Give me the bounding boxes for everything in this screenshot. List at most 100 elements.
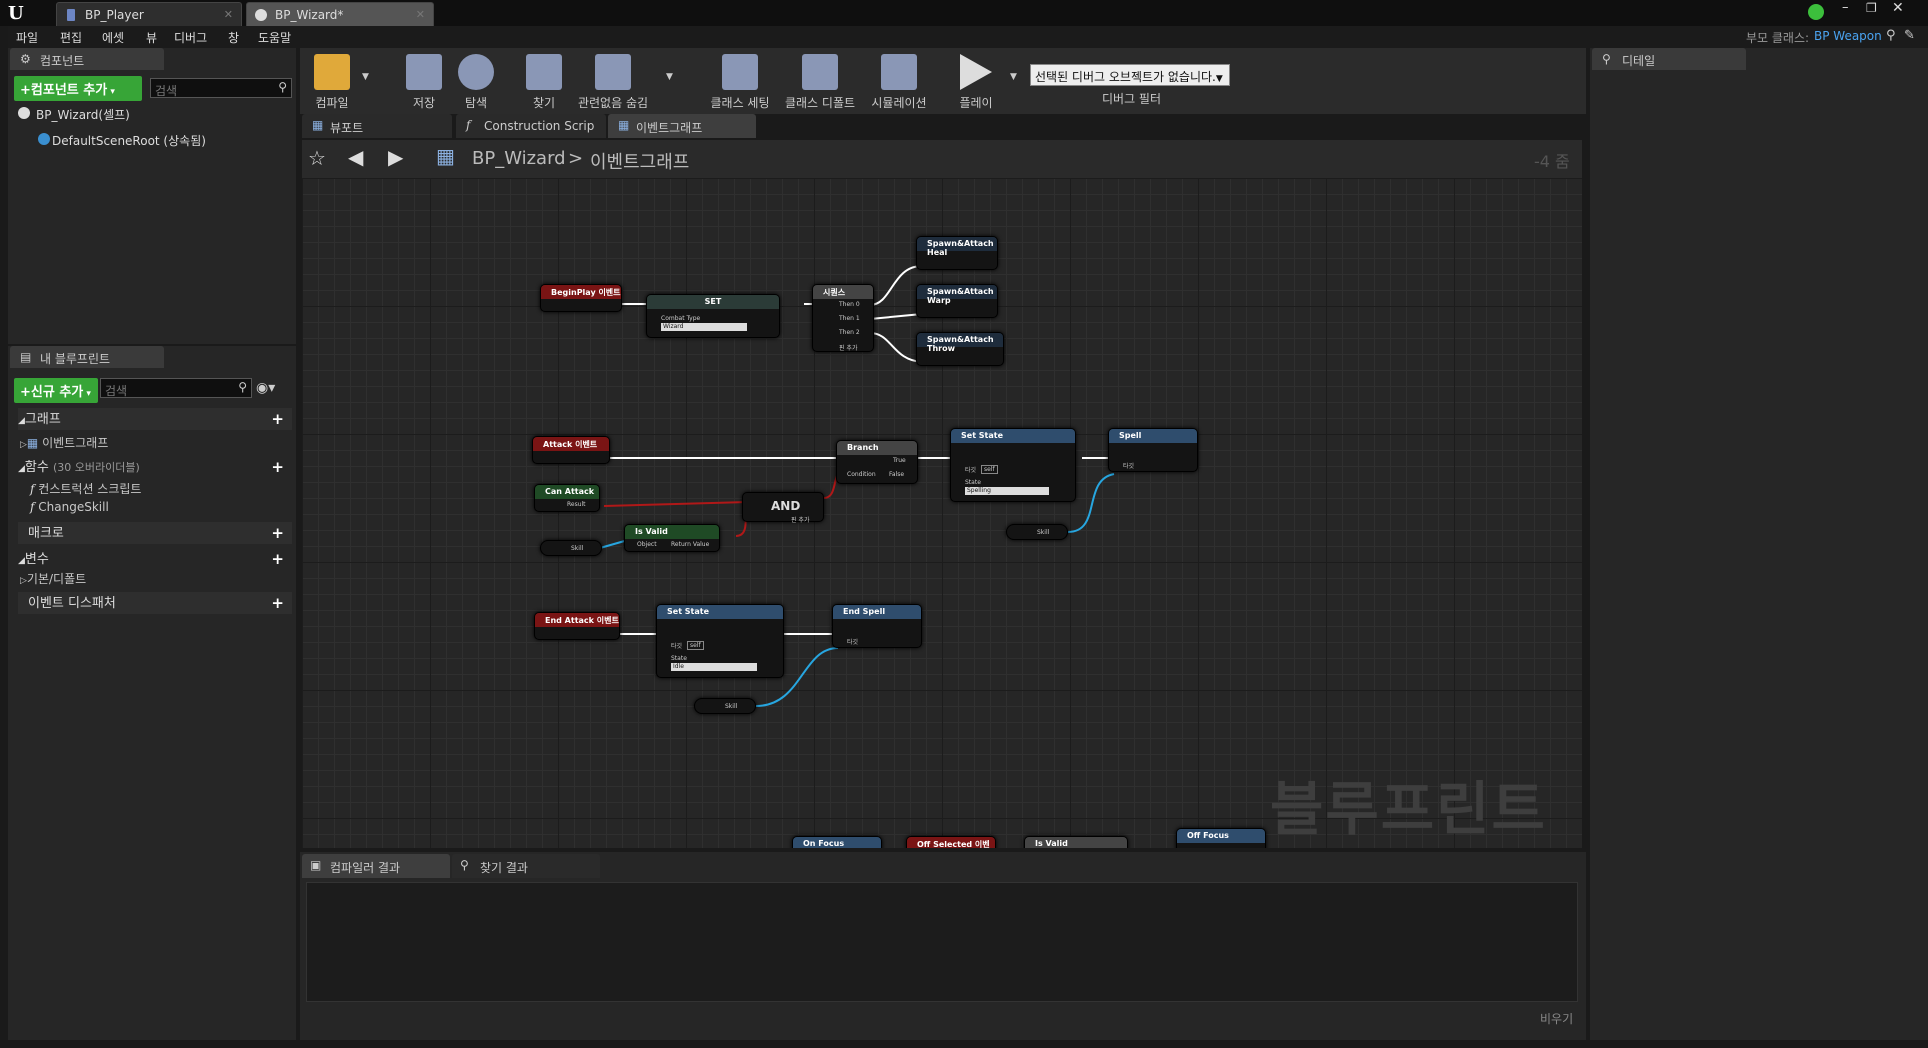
node-skill-variable-2[interactable]: Skill — [1006, 524, 1068, 540]
close-icon[interactable]: ✕ — [416, 8, 425, 21]
tree-item-default-scene-root[interactable]: DefaultSceneRoot (상속됨) — [34, 130, 284, 148]
node-skill-variable[interactable]: Skill — [540, 540, 602, 556]
add-graph-plus-icon[interactable]: + — [271, 410, 284, 428]
node-end-attack-event[interactable]: End Attack 이벤트 — [534, 612, 620, 640]
source-control-icon[interactable] — [1808, 4, 1824, 20]
section-event-dispatchers[interactable]: 이벤트 디스패처 + — [18, 592, 292, 614]
debug-object-select[interactable]: 선택된 디버그 오브젝트가 없습니다.▼ — [1030, 64, 1230, 86]
node-spawn-attach-heal[interactable]: Spawn&Attach Heal — [916, 236, 998, 270]
maximize-icon[interactable]: ❐ — [1866, 1, 1877, 15]
components-search-input[interactable]: 검색 ⚲ — [150, 78, 292, 98]
node-is-valid-2[interactable]: Is Valid — [1024, 836, 1128, 848]
tab-bp-player[interactable]: BP_Player ✕ — [56, 2, 242, 26]
node-end-spell[interactable]: End Spell 타깃 — [832, 604, 922, 648]
menu-edit[interactable]: 편집 — [60, 29, 82, 46]
node-is-valid[interactable]: Is Valid Object Return Value — [624, 524, 720, 552]
tab-event-graph[interactable]: ▦ 이벤트그래프 — [608, 114, 756, 138]
add-macro-plus-icon[interactable]: + — [271, 524, 284, 542]
browse-button[interactable]: 탐색 — [444, 48, 508, 114]
close-window-icon[interactable]: ✕ — [1892, 0, 1904, 16]
function-item-change-skill[interactable]: f ChangeSkill — [30, 500, 109, 518]
add-new-button[interactable]: +신규 추가 ▾ — [14, 378, 98, 403]
compile-options-chevron-icon[interactable]: ▼ — [362, 72, 369, 82]
menu-debug[interactable]: 디버그 — [174, 29, 207, 46]
node-spell[interactable]: Spell 타깃 — [1108, 428, 1198, 472]
chevron-down-icon: ▾ — [83, 389, 91, 399]
node-set-state-idle[interactable]: Set State 타깃 self State Idle — [656, 604, 784, 678]
node-sequence[interactable]: 시퀀스 Then 0 Then 1 Then 2 핀 추가 — [812, 284, 874, 352]
node-can-attack[interactable]: Can Attack Result — [534, 484, 600, 512]
find-button[interactable]: 찾기 — [512, 48, 576, 114]
back-arrow-icon[interactable]: ◀ — [348, 145, 363, 169]
menu-view[interactable]: 뷰 — [146, 29, 157, 46]
view-options-icon[interactable]: ◉▾ — [256, 380, 275, 396]
minimize-icon[interactable]: – — [1842, 0, 1849, 15]
graph-item-event-graph[interactable]: ▷▦ 이벤트그래프 — [20, 434, 108, 452]
breadcrumb-graph[interactable]: 이벤트그래프 — [590, 148, 689, 174]
tab-construction-script[interactable]: f Construction Scrip — [456, 114, 606, 138]
simulation-button[interactable]: 시뮬레이션 — [862, 48, 936, 114]
tab-my-blueprint[interactable]: ▤ 내 블루프린트 — [10, 346, 164, 368]
edit-icon[interactable]: ✎ — [1904, 28, 1915, 43]
node-and[interactable]: AND 핀 추가 — [742, 492, 824, 524]
event-graph-canvas[interactable]: BeginPlay 이벤트 SET Combat Type Wizard 시퀀스… — [302, 178, 1582, 848]
add-dispatcher-plus-icon[interactable]: + — [271, 594, 284, 612]
menu-file[interactable]: 파일 — [16, 29, 38, 46]
node-on-focus[interactable]: On Focus — [792, 836, 882, 848]
hide-options-chevron-icon[interactable]: ▼ — [666, 72, 673, 82]
node-spawn-attach-warp[interactable]: Spawn&Attach Warp — [916, 284, 998, 318]
node-attack-event[interactable]: Attack 이벤트 — [532, 436, 610, 464]
tab-label: Construction Scrip — [484, 119, 595, 133]
compiler-output-log[interactable] — [306, 882, 1578, 1002]
menu-window[interactable]: 창 — [228, 29, 239, 46]
section-functions[interactable]: ◢함수 (30 오버라이더블) + — [18, 456, 292, 478]
parent-class-link[interactable]: BP Weapon — [1814, 29, 1882, 43]
node-branch[interactable]: Branch Condition True False — [836, 440, 918, 484]
class-defaults-button[interactable]: 클래스 디폴트 — [782, 48, 858, 114]
menu-asset[interactable]: 에셋 — [102, 29, 124, 46]
tab-details[interactable]: ⚲ 디테일 — [1592, 48, 1746, 70]
close-icon[interactable]: ✕ — [224, 8, 233, 21]
play-button[interactable]: 플레이 — [944, 48, 1008, 114]
section-variables[interactable]: ◢변수 + — [18, 548, 292, 570]
search-icon[interactable]: ⚲ — [1886, 28, 1896, 43]
add-function-plus-icon[interactable]: + — [271, 458, 284, 476]
compile-button[interactable]: 컴파일 — [300, 48, 364, 114]
pin-label: False — [889, 471, 905, 478]
clear-button[interactable]: 비우기 — [1540, 1010, 1573, 1027]
add-pin-button[interactable]: 핀 추가 — [839, 343, 857, 352]
section-macros[interactable]: 매크로 + — [18, 522, 292, 544]
breadcrumb-blueprint[interactable]: BP_Wizard — [472, 148, 566, 169]
class-settings-button[interactable]: 클래스 세팅 — [704, 48, 776, 114]
unreal-logo-icon[interactable]: U — [8, 3, 24, 24]
hide-unrelated-button[interactable]: 관련없음 숨김 — [574, 48, 652, 114]
tab-components[interactable]: ⚙ 컴포넌트 — [10, 48, 164, 70]
node-off-selected-event[interactable]: Off Selected 이벤트 — [906, 836, 996, 848]
tab-bp-wizard[interactable]: BP_Wizard* ✕ — [246, 2, 434, 26]
tab-compiler-results[interactable]: ▣ 컴파일러 결과 — [302, 854, 450, 878]
node-set-state-spelling[interactable]: Set State 타깃 self State Spelling — [950, 428, 1076, 502]
tab-viewport[interactable]: ▦ 뷰포트 — [302, 114, 452, 138]
state-select[interactable]: Spelling — [965, 487, 1049, 495]
node-set-combat-type[interactable]: SET Combat Type Wizard — [646, 294, 780, 338]
node-skill-variable-3[interactable]: Skill — [694, 698, 756, 714]
add-pin-button[interactable]: 핀 추가 — [791, 515, 809, 524]
play-options-chevron-icon[interactable]: ▼ — [1010, 72, 1017, 82]
function-icon: f — [30, 500, 35, 514]
star-icon[interactable]: ☆ — [308, 146, 326, 170]
node-spawn-attach-throw[interactable]: Spawn&Attach Throw — [916, 332, 1004, 366]
section-graph[interactable]: ◢그래프 + — [18, 408, 292, 430]
tab-find-results[interactable]: ⚲ 찾기 결과 — [452, 854, 600, 878]
add-component-button[interactable]: +컴포넌트 추가 ▾ — [14, 76, 142, 101]
tree-item-self[interactable]: BP_Wizard(셀프) — [14, 104, 294, 122]
variable-category-default[interactable]: ▷기본/디폴트 — [20, 570, 86, 588]
state-select[interactable]: Idle — [671, 663, 757, 671]
menu-help[interactable]: 도움말 — [258, 29, 291, 46]
combat-type-select[interactable]: Wizard — [661, 323, 747, 331]
function-item-construction-script[interactable]: f 컨스트럭션 스크립트 — [30, 480, 141, 498]
forward-arrow-icon[interactable]: ▶ — [388, 145, 403, 169]
node-off-focus[interactable]: Off Focus — [1176, 828, 1266, 848]
add-variable-plus-icon[interactable]: + — [271, 550, 284, 568]
node-beginplay-event[interactable]: BeginPlay 이벤트 — [540, 284, 622, 312]
blueprint-search-input[interactable]: 검색 ⚲ — [100, 378, 252, 398]
